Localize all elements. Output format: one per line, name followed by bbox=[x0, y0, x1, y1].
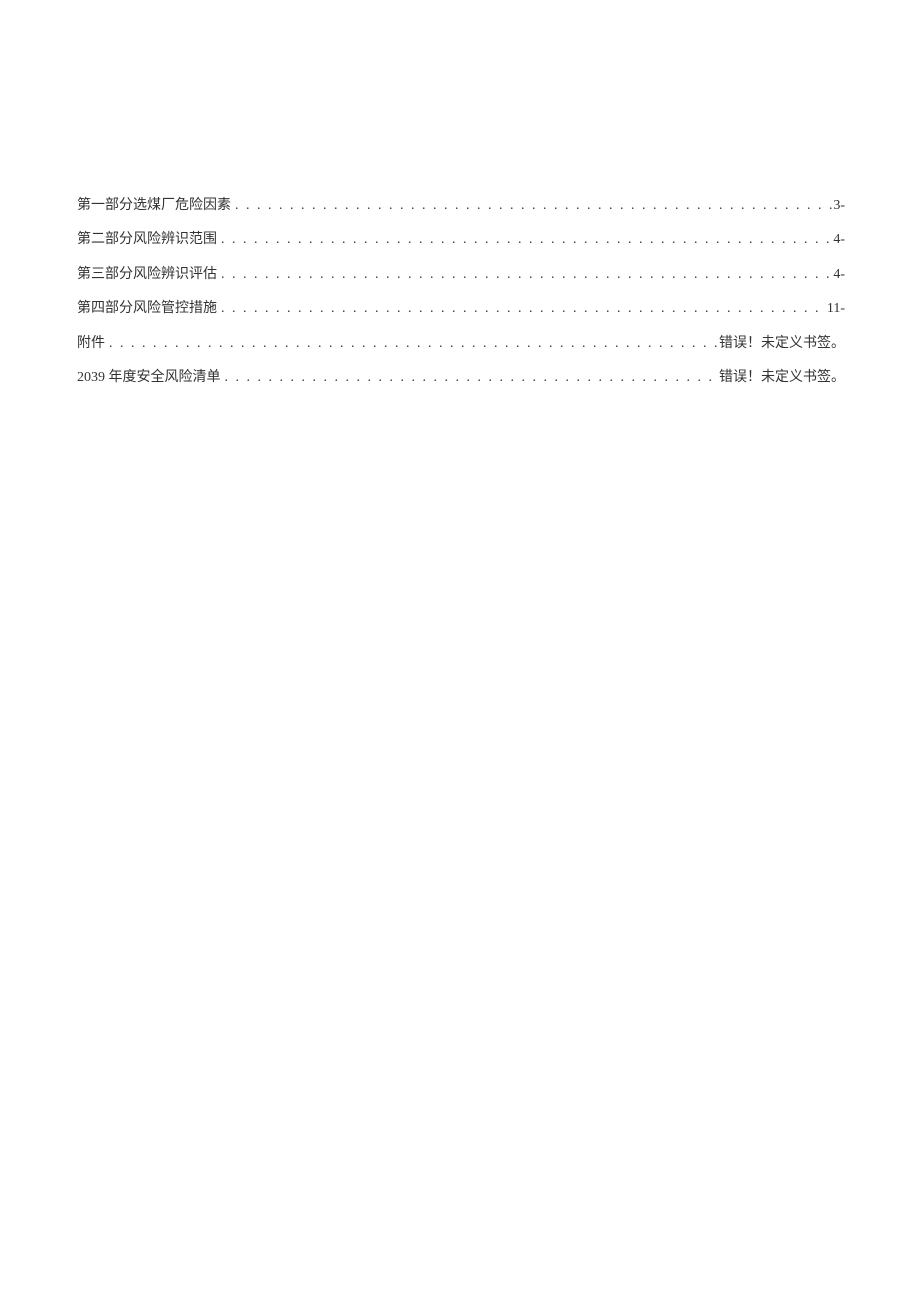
toc-dots bbox=[217, 264, 833, 286]
toc-entry-page: 错误！未定义书签。 bbox=[719, 333, 845, 355]
table-of-contents: 第一部分选煤厂危险因素 3- 第二部分风险辨识范围 4- 第三部分风险辨识评估 … bbox=[77, 195, 845, 389]
toc-entry-title: 2039 年度安全风险清单 bbox=[77, 367, 221, 389]
toc-dots bbox=[221, 367, 720, 389]
toc-dots bbox=[217, 298, 827, 320]
toc-entry: 第二部分风险辨识范围 4- bbox=[77, 229, 845, 251]
toc-dots bbox=[217, 229, 833, 251]
toc-entry-page: 11- bbox=[827, 298, 845, 320]
toc-entry-title: 附件 bbox=[77, 333, 105, 355]
toc-dots bbox=[105, 333, 719, 355]
toc-entry-page: 3- bbox=[833, 195, 845, 217]
toc-entry-title: 第一部分选煤厂危险因素 bbox=[77, 195, 231, 217]
toc-entry: 第四部分风险管控措施 11- bbox=[77, 298, 845, 320]
toc-entry-page: 4- bbox=[833, 229, 845, 251]
toc-entry-page: 4- bbox=[833, 264, 845, 286]
toc-entry: 第三部分风险辨识评估 4- bbox=[77, 264, 845, 286]
toc-entry-title: 第三部分风险辨识评估 bbox=[77, 264, 217, 286]
toc-dots bbox=[231, 195, 833, 217]
toc-entry-title: 第二部分风险辨识范围 bbox=[77, 229, 217, 251]
toc-entry: 附件 错误！未定义书签。 bbox=[77, 333, 845, 355]
toc-entry: 第一部分选煤厂危险因素 3- bbox=[77, 195, 845, 217]
toc-entry-title: 第四部分风险管控措施 bbox=[77, 298, 217, 320]
toc-entry-page: 错误！未定义书签。 bbox=[719, 367, 845, 389]
toc-entry: 2039 年度安全风险清单 错误！未定义书签。 bbox=[77, 367, 845, 389]
